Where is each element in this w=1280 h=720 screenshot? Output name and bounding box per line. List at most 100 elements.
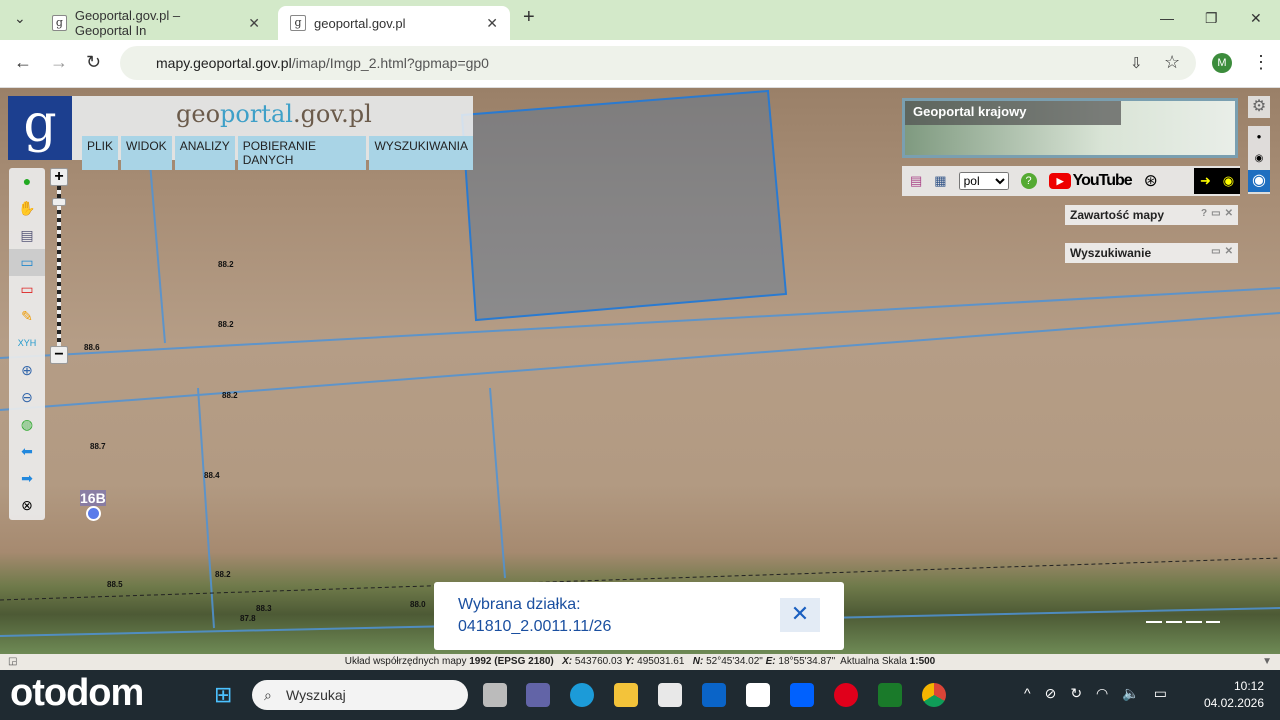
clock[interactable]: 10:12 04.02.2026	[1204, 678, 1264, 712]
close-icon[interactable]: ✕	[1225, 246, 1233, 260]
chrome-icon[interactable]	[922, 683, 946, 707]
system-tray: ^ ⊘ ↻ ◠ 🔈 ▭	[1024, 685, 1167, 702]
task-view-icon[interactable]	[483, 683, 507, 707]
search-panel[interactable]: Wyszukiwanie ▭ ✕	[1065, 243, 1238, 263]
maximize-button[interactable]: ❐	[1205, 10, 1218, 27]
zoom-out-icon[interactable]: ⊖	[9, 384, 45, 411]
tab-search-icon[interactable]: ⌄	[14, 10, 26, 27]
map-canvas[interactable]: 88.2 88.2 88.6 88.2 88.7 88.4 88.2 88.5 …	[0, 88, 1280, 654]
taskbar-search[interactable]: ⌕ Wyszukaj	[252, 680, 468, 710]
youtube-link[interactable]: ▶ YouTube	[1048, 172, 1133, 190]
profile-avatar[interactable]: M	[1212, 53, 1232, 73]
select-red-icon[interactable]: ▭	[9, 276, 45, 303]
menu-plik[interactable]: PLIK	[82, 136, 119, 170]
install-app-icon[interactable]: ⇩	[1130, 54, 1143, 72]
browser-menu-icon[interactable]: ⋮	[1252, 52, 1270, 73]
resize-icon[interactable]: ◲	[8, 654, 17, 670]
zoom-track[interactable]	[57, 186, 61, 346]
zoom-out-button[interactable]: −	[50, 346, 68, 364]
menu-pobieranie-danych[interactable]: POBIERANIE DANYCH	[237, 136, 367, 170]
reload-button[interactable]: ↻	[86, 52, 101, 73]
close-icon[interactable]: ✕	[1225, 208, 1233, 222]
teams-icon[interactable]	[526, 683, 550, 707]
xy-coordinates-icon[interactable]: XYH	[9, 330, 45, 357]
search-placeholder: Wyszukaj	[286, 687, 346, 703]
geoportal-logo[interactable]: g	[8, 96, 72, 160]
zoom-in-icon[interactable]: ⊕	[9, 357, 45, 384]
maximize-icon[interactable]: ▭	[1211, 246, 1220, 260]
microsoft-store-icon[interactable]	[658, 683, 682, 707]
panel-title: Zawartość mapy	[1070, 208, 1165, 222]
outlook-icon[interactable]	[702, 683, 726, 707]
zoom-slider[interactable]: + −	[50, 168, 68, 364]
small-eye-icon[interactable]: ◉	[1248, 148, 1270, 170]
minimize-button[interactable]: —	[1160, 10, 1174, 26]
wifi-icon[interactable]: ◠	[1096, 685, 1108, 702]
menu-widok[interactable]: WIDOK	[121, 136, 172, 170]
opera-icon[interactable]	[834, 683, 858, 707]
view-mode-panel: ● ◉ ◉	[1248, 126, 1270, 194]
info-icon[interactable]: ●	[9, 168, 45, 195]
help-icon[interactable]: ?	[1020, 173, 1037, 189]
forward-button[interactable]: →	[50, 52, 68, 73]
arrow-icon: ➜	[1199, 173, 1211, 188]
expand-status-icon[interactable]: ▼	[1262, 654, 1272, 670]
pencil-icon[interactable]: ✎	[9, 303, 45, 330]
list-icon[interactable]: ▤	[910, 173, 922, 189]
close-tab-icon[interactable]: ✕	[248, 15, 260, 32]
x-label: X:	[562, 656, 573, 667]
close-tab-icon[interactable]: ✕	[486, 15, 498, 32]
globe-icon[interactable]: ◍	[9, 411, 45, 438]
otodom-app-icon[interactable]: otodom	[10, 672, 144, 715]
accessibility-icon[interactable]: ⊛	[1144, 171, 1158, 191]
tab-geoportal-info[interactable]: g Geoportal.gov.pl – Geoportal In ✕	[40, 6, 272, 40]
dropbox-icon[interactable]	[790, 683, 814, 707]
eye-toggle-icon[interactable]: ◉	[1248, 170, 1270, 192]
help-icon[interactable]: ?	[1201, 208, 1207, 222]
right-toolbar: ▤ ▦ pol ? ▶ YouTube ⊛ ➜ ◉	[902, 166, 1240, 196]
selected-parcel[interactable]	[460, 89, 788, 322]
back-arrow-icon[interactable]: ⬅	[9, 438, 45, 465]
new-tab-button[interactable]: +	[523, 6, 535, 29]
file-explorer-icon[interactable]	[614, 683, 638, 707]
amazon-icon[interactable]	[746, 683, 770, 707]
menu-analizy[interactable]: ANALIZY	[174, 136, 235, 170]
zoom-handle[interactable]	[52, 198, 66, 206]
close-popup-button[interactable]: ✕	[780, 598, 820, 632]
map-contents-panel[interactable]: Zawartość mapy? ▭ ✕	[1065, 205, 1238, 225]
map-toolbar: ● ✋ ▤ ▭ ▭ ✎ XYH ⊕ ⊖ ◍ ⬅ ➡ ⊗	[9, 168, 45, 520]
brand-domain: .gov.pl	[292, 100, 372, 128]
windows-start-icon[interactable]: ⊞	[214, 682, 232, 708]
url-input[interactable]: mapy.geoportal.gov.pl/imap/Imgp_2.html?g…	[120, 46, 1196, 80]
overview-map[interactable]: Geoportal krajowy	[902, 98, 1238, 158]
language-select[interactable]: pol	[958, 172, 1009, 190]
menu-wyszukiwania[interactable]: WYSZUKIWANIA	[369, 136, 473, 170]
show-hidden-icons[interactable]: ^	[1024, 685, 1031, 702]
zoom-in-button[interactable]: +	[50, 168, 68, 186]
bookmark-star-icon[interactable]: ☆	[1164, 52, 1180, 73]
forward-arrow-icon[interactable]: ➡	[9, 465, 45, 492]
maximize-icon[interactable]: ▭	[1211, 208, 1220, 222]
clear-icon[interactable]: ⊗	[9, 492, 45, 519]
dot-icon[interactable]: ●	[1248, 126, 1270, 148]
high-contrast-button[interactable]: ➜ ◉	[1194, 168, 1240, 194]
wms-icon[interactable]: ▦	[934, 173, 946, 189]
pan-hand-icon[interactable]: ✋	[9, 195, 45, 222]
popup-title: Wybrana działka:	[458, 596, 581, 613]
settings-gear-icon[interactable]: ⚙	[1248, 96, 1270, 118]
sync-icon[interactable]: ↻	[1070, 685, 1082, 702]
volume-icon[interactable]: 🔈	[1122, 685, 1139, 702]
close-window-button[interactable]: ✕	[1250, 10, 1262, 27]
legend-icon[interactable]: ▤	[9, 222, 45, 249]
tab-geoportal-map[interactable]: g geoportal.gov.pl ✕	[278, 6, 510, 40]
battery-icon[interactable]: ▭	[1154, 685, 1167, 702]
location-off-icon[interactable]: ⊘	[1045, 685, 1057, 702]
windows-taskbar: otodom ⊞ ⌕ Wyszukaj ^ ⊘ ↻ ◠ 🔈 ▭ 10:12 04.0…	[0, 670, 1280, 720]
app-icon[interactable]	[878, 683, 902, 707]
date: 04.02.2026	[1203, 696, 1264, 710]
gps-location-marker[interactable]	[86, 506, 101, 521]
select-blue-icon[interactable]: ▭	[9, 249, 45, 276]
x-value: 543760.03	[574, 656, 623, 667]
edge-icon[interactable]	[570, 683, 594, 707]
back-button[interactable]: ←	[14, 52, 32, 73]
